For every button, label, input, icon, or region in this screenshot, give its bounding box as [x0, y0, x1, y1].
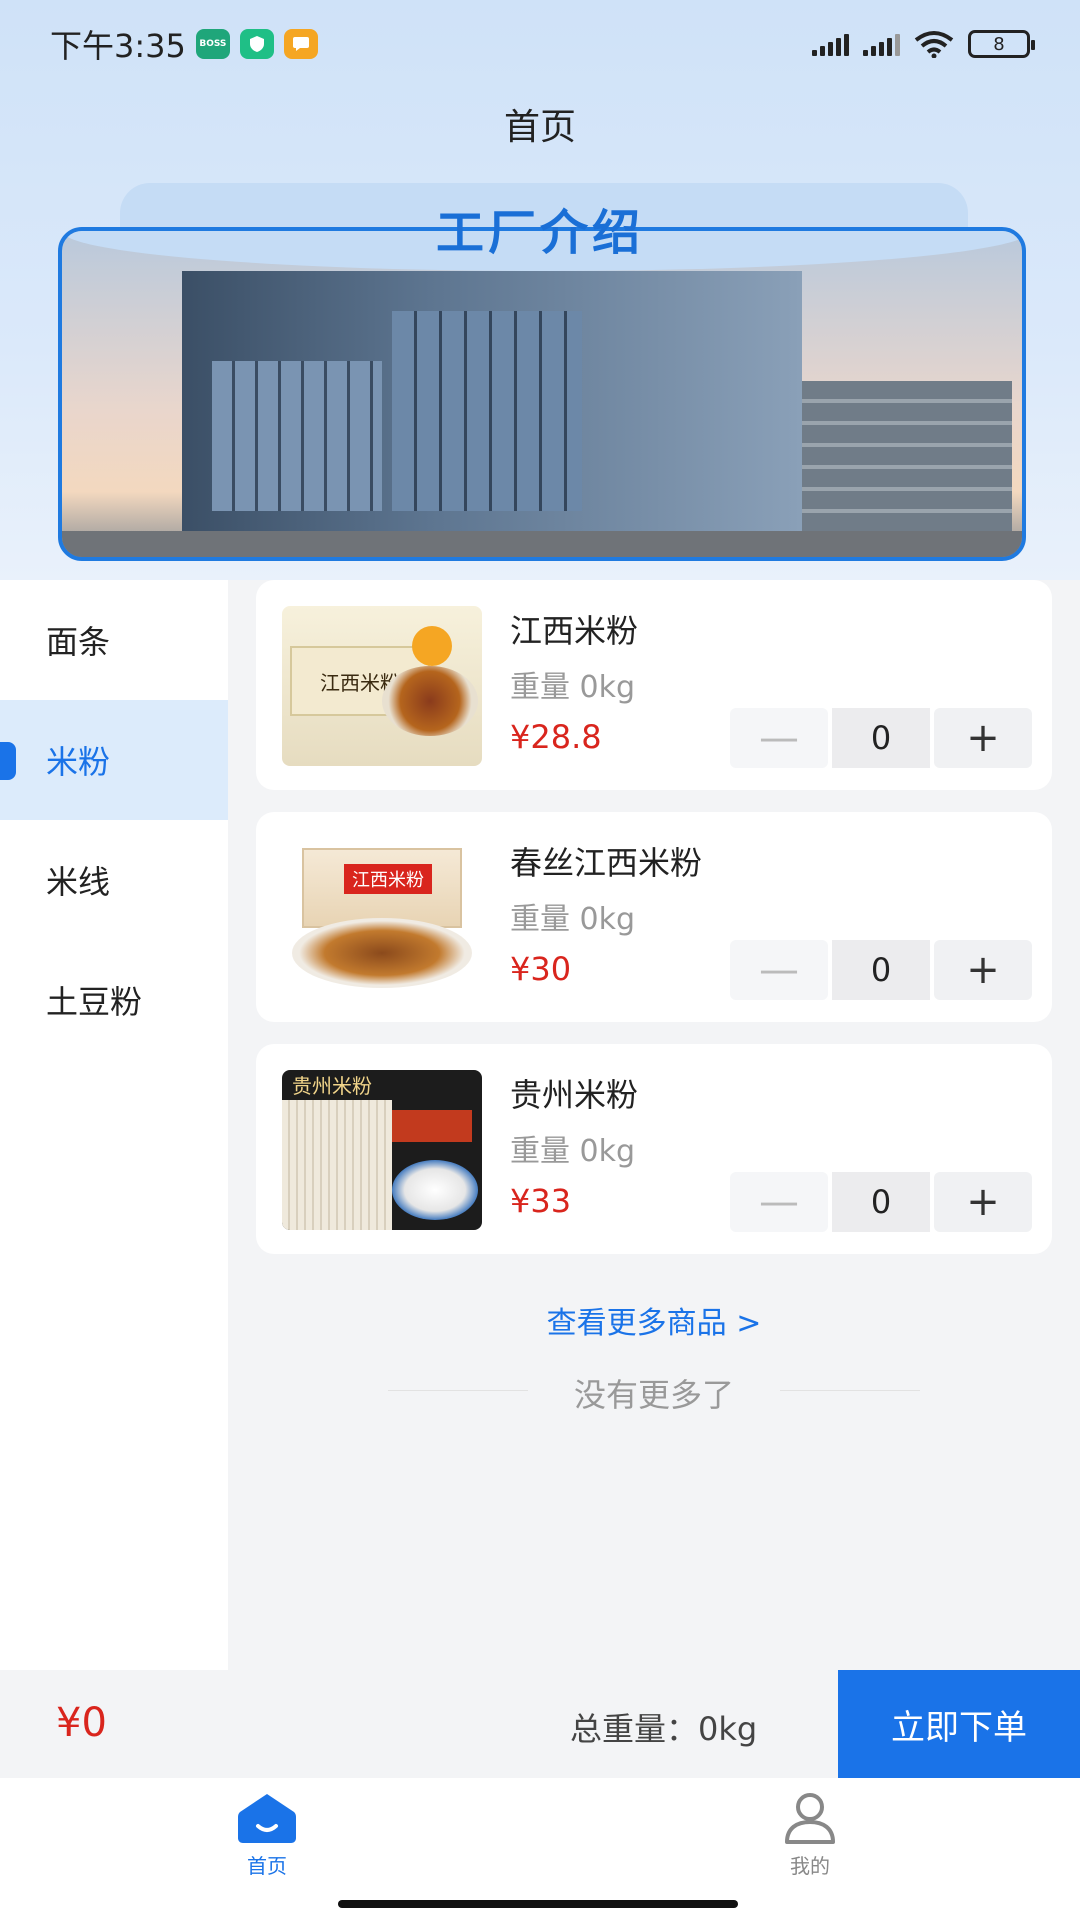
category-sidebar: 面条 米粉 米线 土豆粉 [0, 580, 228, 1670]
sidebar-item-potato-noodles[interactable]: 土豆粉 [0, 940, 228, 1060]
message-app-icon [283, 29, 318, 59]
sidebar-item-rice-vermicelli[interactable]: 米线 [0, 820, 228, 940]
sidebar-item-label: 土豆粉 [46, 983, 143, 1021]
sidebar-item-noodles[interactable]: 面条 [0, 580, 228, 700]
sidebar-item-label: 米线 [46, 863, 111, 901]
no-more-text: 没有更多了 [573, 1376, 734, 1414]
noodle-bowl [392, 1160, 478, 1220]
product-package: 江西米粉 [302, 848, 462, 928]
quantity-value: 0 [832, 1172, 930, 1232]
tab-mine[interactable]: 我的 [750, 1792, 870, 1879]
quantity-value: 0 [832, 940, 930, 1000]
banner-title: 工厂介绍 [435, 205, 644, 261]
decrement-button[interactable]: — [730, 708, 828, 768]
orange-badge [412, 626, 452, 666]
ground [62, 531, 1022, 557]
noodle-bowl [382, 666, 478, 736]
wifi-icon [914, 31, 954, 58]
product-price: ¥33 [510, 1182, 572, 1220]
total-price: ¥0 [56, 1700, 107, 1746]
place-order-button[interactable]: 立即下单 [838, 1670, 1080, 1778]
increment-button[interactable]: + [934, 1172, 1032, 1232]
quantity-stepper: — 0 + [730, 940, 1032, 1000]
product-weight: 重量 0kg [510, 1134, 636, 1169]
order-bar: ¥0 总重量：0kg 立即下单 [0, 1670, 1080, 1778]
noodle-plate [292, 918, 472, 988]
increment-button[interactable]: + [934, 940, 1032, 1000]
dry-noodles [282, 1100, 392, 1230]
increment-button[interactable]: + [934, 708, 1032, 768]
product-image[interactable]: 贵州米粉 [282, 1070, 482, 1230]
battery-level: 8 [993, 33, 1005, 55]
building-glass-left [212, 361, 382, 511]
see-more-link[interactable]: 查看更多商品 > [228, 1298, 1080, 1342]
quantity-stepper: — 0 + [730, 708, 1032, 768]
product-card[interactable]: 贵州米粉 贵州米粉 重量 0kg ¥33 — 0 + [256, 1044, 1052, 1254]
status-time: 下午3:35 [50, 27, 186, 65]
product-price: ¥28.8 [510, 718, 602, 756]
tab-bar: 首页 我的 [0, 1778, 1080, 1920]
active-marker [0, 742, 16, 780]
product-price: ¥30 [510, 950, 572, 988]
divider-right [780, 1390, 920, 1391]
page-title: 首页 [503, 107, 576, 148]
home-indicator[interactable] [338, 1900, 738, 1908]
product-card[interactable]: 江西米粉 江西米粉 重量 0kg ¥28.8 — 0 + [256, 580, 1052, 790]
tab-label: 首页 [247, 1854, 287, 1878]
factory-banner[interactable] [58, 227, 1026, 561]
quantity-value: 0 [832, 708, 930, 768]
decrement-button[interactable]: — [730, 1172, 828, 1232]
tab-home[interactable]: 首页 [207, 1792, 327, 1879]
building-side-wing [802, 381, 1012, 541]
user-icon [785, 1793, 835, 1844]
product-name: 春丝江西米粉 [510, 844, 703, 882]
product-weight: 重量 0kg [510, 902, 636, 937]
product-card[interactable]: 江西米粉 春丝江西米粉 重量 0kg ¥30 — 0 + [256, 812, 1052, 1022]
shield-app-icon [239, 29, 274, 59]
product-name: 贵州米粉 [510, 1076, 639, 1114]
boss-app-icon: BOSS [195, 29, 230, 59]
decrement-button[interactable]: — [730, 940, 828, 1000]
building-glass-center [392, 311, 582, 511]
product-image[interactable]: 江西米粉 [282, 606, 482, 766]
signal-icon [812, 32, 849, 56]
tab-label: 我的 [790, 1854, 830, 1878]
total-weight: 总重量：0kg [570, 1710, 758, 1748]
battery-icon: 8 [968, 30, 1035, 58]
sidebar-item-rice-noodles[interactable]: 米粉 [0, 700, 228, 820]
sidebar-item-label: 米粉 [46, 743, 111, 781]
product-image[interactable]: 江西米粉 [282, 838, 482, 998]
sidebar-item-label: 面条 [46, 623, 111, 661]
quantity-stepper: — 0 + [730, 1172, 1032, 1232]
product-weight: 重量 0kg [510, 670, 636, 705]
home-icon [238, 1794, 296, 1843]
product-list: 江西米粉 江西米粉 重量 0kg ¥28.8 — 0 + 江西米粉 春丝江西米粉… [228, 580, 1080, 1670]
red-tag [392, 1110, 472, 1142]
signal-2-icon [863, 32, 900, 56]
package-label: 贵州米粉 [292, 1074, 372, 1096]
package-label: 江西米粉 [344, 864, 432, 894]
product-name: 江西米粉 [510, 612, 639, 650]
status-bar: 下午3:35 BOSS 8 [0, 0, 1080, 88]
